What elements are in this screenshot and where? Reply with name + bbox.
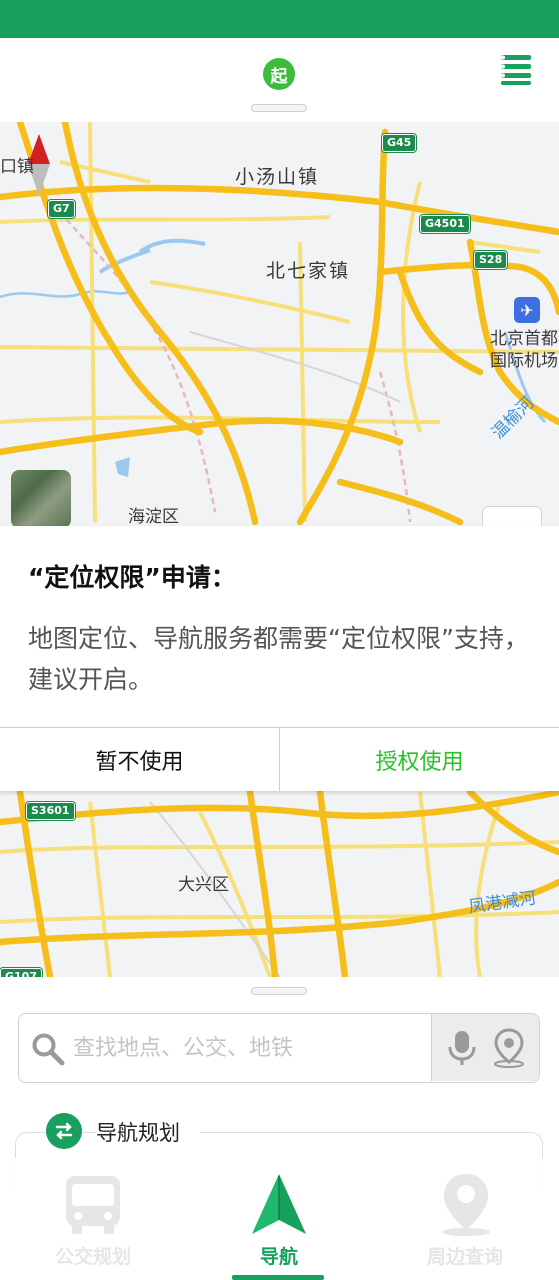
location-pin-icon[interactable] (492, 1028, 526, 1068)
navigation-icon (252, 1174, 306, 1234)
map-label-airport-line2: 国际机场 (490, 351, 558, 371)
dialog-actions: 暂不使用 授权使用 (0, 727, 559, 791)
bus-icon (66, 1176, 120, 1234)
road-shield-g45: G45 (382, 134, 417, 152)
search-icon (32, 1033, 65, 1066)
search-tools (431, 1014, 539, 1081)
map-label-xiaotangshan: 小汤山镇 (235, 166, 320, 188)
allow-button[interactable]: 授权使用 (280, 728, 559, 791)
deny-button[interactable]: 暂不使用 (0, 728, 280, 791)
top-header: 起 (0, 38, 559, 122)
road-shield-g4501: G4501 (420, 215, 470, 233)
map-label-haidian: 海淀区 (128, 507, 179, 527)
map-label-airport-line1: 北京首都 (490, 329, 558, 349)
road-shield-s3601: S3601 (26, 802, 75, 820)
search-input[interactable] (73, 1028, 423, 1068)
active-tab-indicator (232, 1275, 324, 1280)
dialog-title: “定位权限”申请： (28, 563, 236, 592)
road-shield-g7: G7 (48, 200, 75, 218)
top-sheet-handle[interactable] (251, 104, 307, 112)
map-label-beiqijia: 北七家镇 (266, 260, 351, 282)
list-icon[interactable] (499, 52, 533, 86)
airport-icon[interactable]: ✈ (514, 297, 540, 323)
map-label-kou: 口镇 (0, 157, 34, 177)
road-shield-s28: S28 (474, 251, 508, 269)
tab-label: 周边查询 (426, 1246, 503, 1268)
tab-nearby-search[interactable]: 周边查询 (372, 1158, 558, 1280)
bottom-tab-bar: 公交规划 导航 周边查询 (0, 1158, 559, 1280)
tab-bus-plan[interactable]: 公交规划 (0, 1158, 186, 1280)
navigation-plan-label: 导航规划 (96, 1117, 200, 1147)
microphone-icon[interactable] (447, 1029, 477, 1067)
location-icon (442, 1174, 490, 1236)
dialog-message: 地图定位、导航服务都需要“定位权限”支持，建议开启。 (28, 624, 529, 694)
tab-label: 公交规划 (54, 1246, 131, 1268)
bottom-sheet-handle[interactable] (251, 987, 307, 995)
route-icon (46, 1113, 82, 1149)
road-shield-g107: G107 (0, 968, 42, 977)
search-box[interactable] (18, 1013, 540, 1083)
tab-label: 导航 (259, 1246, 298, 1268)
tab-navigation[interactable]: 导航 (186, 1158, 372, 1280)
satellite-layer-icon[interactable] (11, 470, 71, 528)
map-label-daxing: 大兴区 (178, 875, 229, 895)
status-bar (0, 0, 559, 38)
location-permission-dialog: “定位权限”申请： 地图定位、导航服务都需要“定位权限”支持，建议开启。 暂不使… (0, 526, 559, 791)
start-badge[interactable]: 起 (263, 58, 295, 90)
